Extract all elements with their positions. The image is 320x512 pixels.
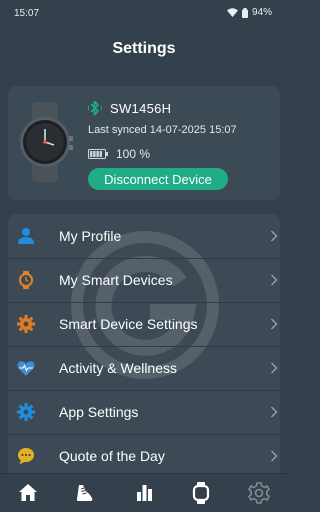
device-name: SW1456H <box>110 100 172 116</box>
chevron-right-icon <box>271 318 278 330</box>
home-icon[interactable] <box>15 480 41 506</box>
bar-chart-icon[interactable] <box>131 480 157 506</box>
settings-menu: My Profile My Smart Devices Smart Device… <box>8 214 280 474</box>
menu-item-my-smart-devices[interactable]: My Smart Devices <box>8 258 280 303</box>
menu-label: Activity & Wellness <box>59 360 177 376</box>
bottom-nav <box>0 473 288 512</box>
running-shoe-icon[interactable] <box>72 480 98 506</box>
device-name-row: SW1456H <box>88 100 171 116</box>
chevron-right-icon <box>271 230 278 242</box>
device-battery-percent: 100 % <box>116 147 151 161</box>
bluetooth-icon <box>88 100 102 116</box>
battery-icon <box>241 7 248 18</box>
menu-label: Smart Device Settings <box>59 316 198 332</box>
device-card: SW1456H Last synced 14-07-2025 15:07 100… <box>8 86 280 200</box>
watch-icon <box>19 271 33 289</box>
menu-item-my-profile[interactable]: My Profile <box>8 214 280 259</box>
battery-level-icon <box>88 149 108 159</box>
menu-label: My Profile <box>59 228 122 244</box>
watch-icon[interactable] <box>188 480 214 506</box>
last-synced-text: Last synced 14-07-2025 15:07 <box>88 124 237 136</box>
chevron-right-icon <box>271 274 278 286</box>
chat-bubble-icon <box>18 448 34 465</box>
chevron-right-icon <box>271 362 278 374</box>
menu-label: Quote of the Day <box>59 448 165 464</box>
page-title: Settings <box>112 40 176 57</box>
wifi-icon <box>226 8 238 17</box>
gear-icon <box>17 403 35 421</box>
person-icon <box>18 228 34 244</box>
chevron-right-icon <box>271 450 278 462</box>
status-battery-text: 94% <box>251 7 272 18</box>
menu-label: My Smart Devices <box>59 272 173 288</box>
status-time: 15:07 <box>14 8 40 19</box>
status-indicators: 94% <box>226 7 272 18</box>
gear-icon <box>17 315 35 333</box>
chevron-right-icon <box>271 406 278 418</box>
menu-label: App Settings <box>59 404 139 420</box>
gear-icon[interactable] <box>246 480 272 506</box>
disconnect-device-button[interactable]: Disconnect Device <box>88 168 228 190</box>
menu-item-activity-wellness[interactable]: Activity & Wellness <box>8 346 280 391</box>
status-bar: 15:07 94% <box>0 0 288 28</box>
menu-item-app-settings[interactable]: App Settings <box>8 390 280 435</box>
menu-item-smart-device-settings[interactable]: Smart Device Settings <box>8 302 280 347</box>
smartwatch-image <box>20 102 73 182</box>
device-battery: 100 % <box>88 147 150 161</box>
menu-item-quote-of-the-day[interactable]: Quote of the Day <box>8 434 280 474</box>
heart-pulse-icon <box>17 361 35 376</box>
